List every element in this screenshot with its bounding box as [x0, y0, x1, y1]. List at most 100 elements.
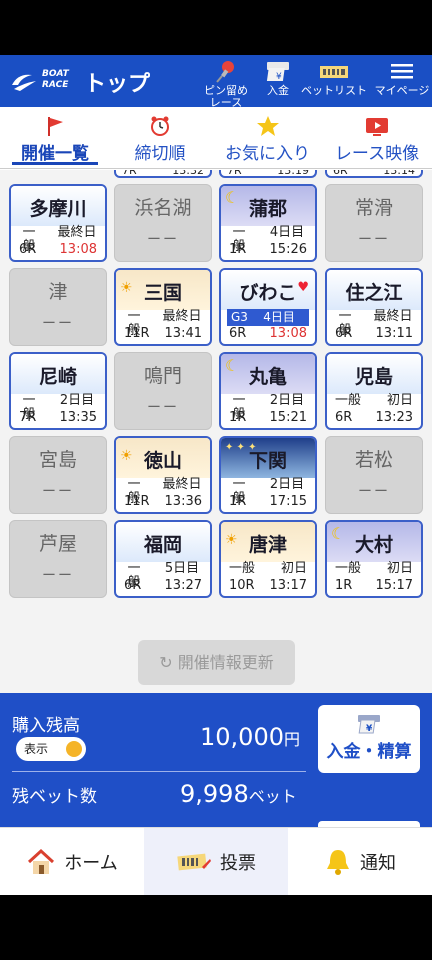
venue-card[interactable]: ☀ 唐津 一般 初日 10R 13:17 — [219, 520, 317, 598]
partial-card-top[interactable]: 7R 13:19 — [219, 170, 317, 178]
tab-schedule-list-label: 開催一覧 — [21, 144, 89, 164]
race-number: 1R — [229, 242, 247, 257]
boatrace-logo[interactable]: BOAT RACE — [10, 69, 72, 95]
race-day: 5日目 — [164, 561, 200, 576]
race-number: 11R — [124, 494, 150, 509]
no-race-placeholder: ーー — [358, 484, 390, 500]
nav-notifications-label: 通知 — [360, 853, 396, 874]
grade-badge: G3 4日目 — [227, 309, 309, 326]
nav-vote[interactable]: 投票 — [144, 828, 288, 895]
venue-card[interactable]: 津ーー — [9, 268, 107, 346]
remaining-bets-unit: ベット — [248, 787, 297, 806]
alarm-clock-icon — [151, 116, 169, 136]
venue-card[interactable]: 鳴門 ーー — [114, 352, 212, 430]
venue-card[interactable]: ✦ ✦ ✦ 下関 一般 2日目 1R 17:15 — [219, 436, 317, 514]
race-number: 7R — [122, 170, 137, 177]
balance-label: 購入残高 — [12, 716, 80, 736]
venue-name: 宮島 — [38, 449, 77, 471]
venue-card[interactable]: ☾ 大村 一般 初日 1R 15:17 — [325, 520, 423, 598]
race-deadline-time: 15:26 — [269, 242, 307, 257]
race-number: 6R — [335, 410, 353, 425]
venue-card[interactable]: 尼崎 一般 2日目 7R 13:35 — [9, 352, 107, 430]
svg-text:¥: ¥ — [276, 72, 282, 82]
no-race-placeholder: ーー — [358, 232, 390, 248]
venue-card[interactable]: 芦屋 ーー — [9, 520, 107, 598]
refresh-icon: ↻ — [159, 653, 173, 672]
race-deadline-time: 13:36 — [164, 494, 202, 509]
boatrace-logo-icon — [12, 74, 36, 91]
venue-card[interactable]: 福岡 一般 5日目 6R 13:27 — [114, 520, 212, 598]
deposit-settle-button[interactable]: ¥ 入金・精算 — [318, 705, 420, 773]
mypage-label: マイページ — [374, 84, 430, 97]
balance-unit: 円 — [283, 730, 300, 749]
partial-card-top[interactable]: 7R 13:32 — [114, 170, 212, 178]
race-deadline-time: 15:17 — [375, 578, 413, 593]
venue-card[interactable]: 常滑 ーー — [325, 184, 423, 262]
race-day: 最終日 — [57, 225, 97, 240]
race-number: 11R — [124, 326, 150, 341]
pin-race-button[interactable]: ピン留め レース — [200, 59, 252, 109]
venue-card[interactable]: 若松 ーー — [325, 436, 423, 514]
venue-name: 福岡 — [143, 534, 182, 556]
no-race-placeholder: ーー — [147, 232, 179, 248]
race-deadline-time: 13:17 — [269, 578, 307, 593]
balance-display-toggle[interactable]: 表示 — [16, 737, 86, 761]
venue-name: 住之江 — [345, 282, 403, 304]
race-number: 6R — [335, 326, 353, 341]
balance-panel: 購入残高 表示 10,000円 残ベット数 9,998ベット ¥ 入金・精算 — [0, 693, 432, 827]
venue-card[interactable]: ☾ 蒲郡 一般 4日目 1R 15:26 — [219, 184, 317, 262]
race-day: 最終日 — [162, 309, 202, 324]
home-icon — [28, 848, 55, 874]
mypage-button[interactable]: マイページ — [372, 59, 432, 97]
nav-vote-label: 投票 — [220, 853, 256, 874]
tab-race-video-label: レース映像 — [334, 144, 420, 164]
venue-name: 丸亀 — [248, 366, 287, 388]
venue-card[interactable]: ☀ 三国 一般 最終日 11R 13:41 — [114, 268, 212, 346]
race-number: 6R — [333, 170, 348, 177]
tab-favorites[interactable]: お気に入り — [215, 107, 320, 169]
partial-card-top[interactable]: 6R 13:14 — [325, 170, 423, 178]
race-number: 1R — [335, 578, 353, 593]
venue-name: 多摩川 — [29, 198, 87, 220]
venue-tabs: 開催一覧 締切順 お気に入り レース映像 — [0, 107, 432, 169]
race-number: 7R — [19, 410, 37, 425]
venue-card[interactable]: ☀ 徳山 一般 最終日 11R 13:36 — [114, 436, 212, 514]
remaining-bets-value: 9,998ベット — [180, 780, 297, 808]
venue-name: 常滑 — [354, 197, 393, 219]
venue-card[interactable]: 浜名湖 ーー — [114, 184, 212, 262]
race-deadline-time: 15:21 — [269, 410, 307, 425]
venue-card[interactable]: 児島 一般 初日 6R 13:23 — [325, 352, 423, 430]
atm-yen-icon: ¥ — [266, 62, 289, 82]
venue-card[interactable]: びわこ ♥ G3 4日目 6R 13:08 — [219, 268, 317, 346]
race-time: 13:32 — [172, 170, 204, 177]
betlist-label: ベットリスト — [301, 84, 367, 97]
venue-card[interactable]: ☾ 丸亀 一般 2日目 1R 15:21 — [219, 352, 317, 430]
race-day: 最終日 — [373, 309, 413, 324]
deposit-header-button[interactable]: ¥ 入金 — [258, 59, 298, 97]
nav-home[interactable]: ホーム — [0, 828, 144, 895]
race-number: 10R — [229, 578, 255, 593]
venue-grid: 7R 13:32 7R 13:19 6R 13:14 多摩川 一般 最終日 6R 13:… — [0, 170, 432, 693]
no-race-placeholder: ーー — [42, 568, 74, 584]
refresh-schedule-button[interactable]: ↻ 開催情報更新 — [138, 640, 295, 685]
race-number: 7R — [227, 170, 242, 177]
tab-schedule-list[interactable]: 開催一覧 — [0, 107, 110, 169]
venue-name: 児島 — [354, 366, 393, 388]
pushpin-icon — [216, 61, 234, 83]
race-grade: 一般 — [229, 561, 256, 576]
betlist-button[interactable]: ベットリスト — [300, 59, 368, 97]
pin-race-label: ピン留め レース — [204, 84, 248, 109]
race-deadline-time: 17:15 — [269, 494, 307, 509]
venue-card[interactable]: 住之江 一般 最終日 6R 13:11 — [325, 268, 423, 346]
venue-card[interactable]: 宮島 ーー — [9, 436, 107, 514]
app-screen: BOAT RACE トップ ピン留め レース ¥ 入金 ベットリスト マイページ… — [0, 55, 432, 895]
nav-notifications[interactable]: 通知 — [288, 828, 432, 895]
venue-name: 大村 — [354, 534, 393, 556]
video-play-icon — [366, 118, 388, 136]
venue-name: 尼崎 — [38, 366, 77, 388]
tab-race-video[interactable]: レース映像 — [322, 107, 432, 169]
no-race-placeholder: ーー — [42, 484, 74, 500]
hamburger-menu-icon — [391, 64, 413, 79]
venue-card[interactable]: 多摩川 一般 最終日 6R 13:08 — [9, 184, 107, 262]
tab-deadline-order[interactable]: 締切順 — [110, 107, 210, 169]
